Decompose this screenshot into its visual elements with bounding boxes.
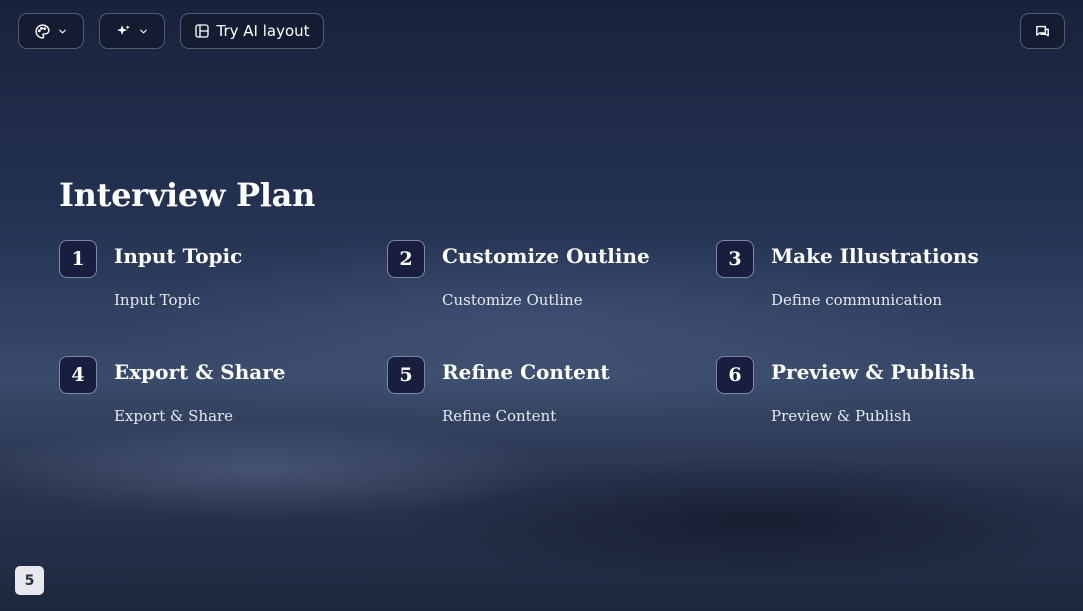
- step-number-box: 4: [59, 356, 97, 394]
- step-title: Make Illustrations: [771, 244, 979, 268]
- step-title: Customize Outline: [442, 244, 650, 268]
- try-ai-layout-button[interactable]: Try AI layout: [180, 13, 324, 49]
- step-description: Input Topic: [114, 291, 201, 309]
- step-item: 5 Refine Content Refine Content: [387, 356, 707, 446]
- comments-button[interactable]: [1020, 13, 1065, 49]
- slide-title: Interview Plan: [59, 176, 316, 214]
- step-item: 1 Input Topic Input Topic: [59, 240, 379, 330]
- try-ai-layout-label: Try AI layout: [216, 22, 310, 40]
- step-description: Preview & Publish: [771, 407, 912, 425]
- sparkles-icon: [115, 23, 132, 40]
- chevron-down-icon: [138, 26, 149, 37]
- palette-icon: [34, 23, 51, 40]
- chevron-down-icon: [57, 26, 68, 37]
- step-item: 6 Preview & Publish Preview & Publish: [716, 356, 1036, 446]
- page-number-badge[interactable]: 5: [15, 566, 44, 595]
- step-number-box: 2: [387, 240, 425, 278]
- step-title: Input Topic: [114, 244, 243, 268]
- ai-magic-button[interactable]: [99, 13, 165, 49]
- slide-canvas: Try AI layout Interview Plan 1 Input Top…: [0, 0, 1083, 611]
- step-description: Refine Content: [442, 407, 557, 425]
- step-description: Define communication: [771, 291, 943, 309]
- step-number-box: 5: [387, 356, 425, 394]
- step-number-box: 3: [716, 240, 754, 278]
- step-number-box: 1: [59, 240, 97, 278]
- step-item: 3 Make Illustrations Define communicatio…: [716, 240, 1036, 330]
- layout-icon: [194, 23, 210, 39]
- comment-icon: [1034, 23, 1051, 40]
- step-title: Preview & Publish: [771, 360, 976, 384]
- step-number-box: 6: [716, 356, 754, 394]
- step-description: Customize Outline: [442, 291, 583, 309]
- step-title: Export & Share: [114, 360, 286, 384]
- step-item: 4 Export & Share Export & Share: [59, 356, 379, 446]
- step-description: Export & Share: [114, 407, 234, 425]
- theme-palette-button[interactable]: [18, 13, 84, 49]
- step-title: Refine Content: [442, 360, 610, 384]
- step-item: 2 Customize Outline Customize Outline: [387, 240, 707, 330]
